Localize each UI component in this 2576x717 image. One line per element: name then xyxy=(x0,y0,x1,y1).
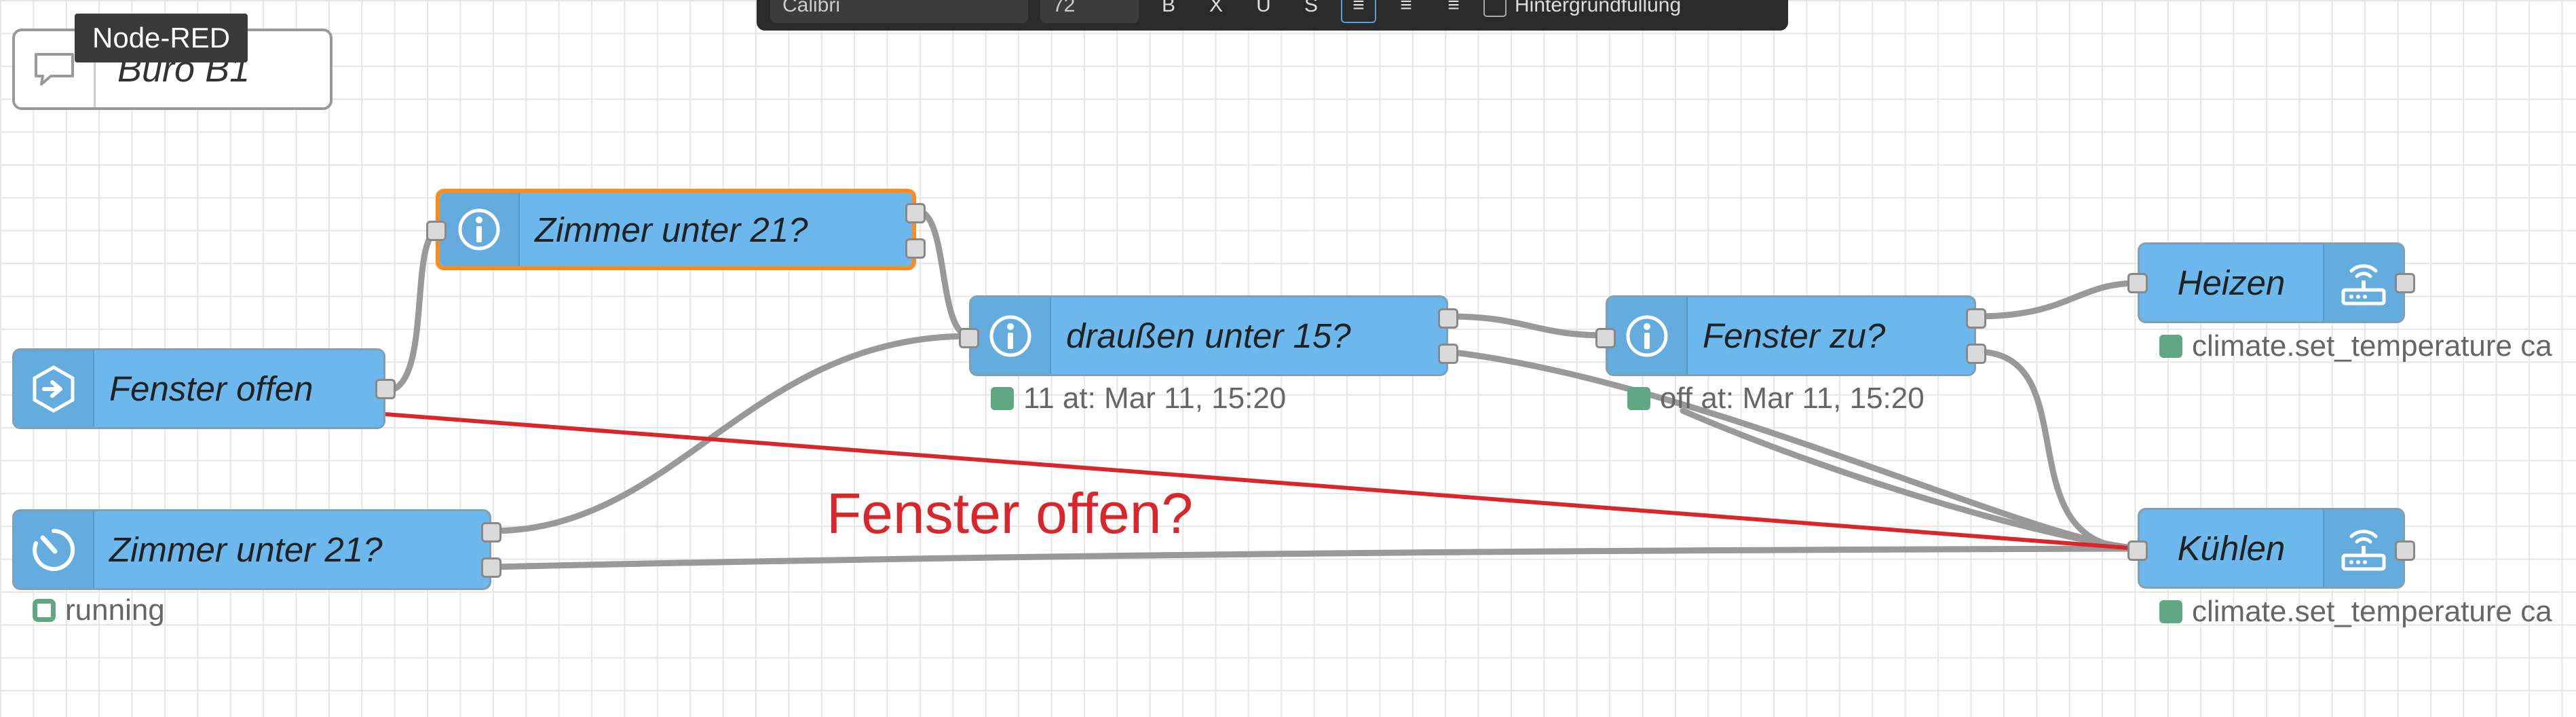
text-format-toolbar: Calibri 72 B X U S ≡ ≡ ≡ Hintergrundfüll… xyxy=(757,0,1788,31)
node-status: climate.set_temperature ca xyxy=(2159,595,2552,629)
output-port-2[interactable] xyxy=(1966,344,1986,364)
wire[interactable] xyxy=(488,545,2141,570)
router-icon xyxy=(2323,244,2403,321)
status-text: 11 at: Mar 11, 15:20 xyxy=(1023,382,1287,415)
input-port[interactable] xyxy=(2127,273,2148,293)
italic-button[interactable]: X xyxy=(1198,0,1234,23)
input-port[interactable] xyxy=(2127,540,2148,561)
font-select[interactable]: Calibri xyxy=(770,0,1028,23)
node-draussen-unter-15[interactable]: draußen unter 15? xyxy=(959,295,1458,376)
node-label: Zimmer unter 21? xyxy=(535,210,808,249)
status-dot-icon xyxy=(2159,335,2182,358)
timer-icon xyxy=(14,511,94,588)
node-fenster-offen[interactable]: Fenster offen xyxy=(12,348,396,429)
node-red-tooltip: Node-RED xyxy=(75,14,248,62)
bold-label: B xyxy=(1161,0,1175,16)
align-right-button[interactable]: ≡ xyxy=(1436,0,1471,23)
status-dot-icon xyxy=(2159,600,2182,623)
node-label: draußen unter 15? xyxy=(1066,316,1351,355)
underline-label: U xyxy=(1256,0,1271,16)
tooltip-text: Node-RED xyxy=(92,22,231,54)
fill-checkbox-label: Hintergrundfüllung xyxy=(1515,0,1682,16)
fill-checkbox-row[interactable]: Hintergrundfüllung xyxy=(1483,0,1681,17)
node-status: running xyxy=(33,593,165,627)
input-port[interactable] xyxy=(959,328,979,348)
node-label: Heizen xyxy=(2177,263,2286,302)
node-zimmer-unter-21-inject[interactable]: Zimmer unter 21? xyxy=(12,509,501,590)
router-icon xyxy=(2323,510,2403,587)
node-label: Zimmer unter 21? xyxy=(109,530,383,569)
info-icon xyxy=(440,193,520,266)
italic-label: X xyxy=(1209,0,1223,16)
output-port-1[interactable] xyxy=(1966,308,1986,329)
output-port[interactable] xyxy=(2395,540,2415,561)
align-left-icon: ≡ xyxy=(1352,0,1365,16)
node-zimmer-unter-21-switch[interactable]: Zimmer unter 21? xyxy=(426,189,926,270)
input-port[interactable] xyxy=(1595,328,1616,348)
strikethrough-label: S xyxy=(1304,0,1318,16)
input-port[interactable] xyxy=(426,221,447,241)
bold-button[interactable]: B xyxy=(1151,0,1186,23)
strikethrough-button[interactable]: S xyxy=(1293,0,1329,23)
status-text: climate.set_temperature ca xyxy=(2192,595,2552,628)
node-fenster-zu[interactable]: Fenster zu? xyxy=(1595,295,1986,376)
font-select-value: Calibri xyxy=(782,0,841,16)
status-ring-icon xyxy=(33,599,56,622)
align-right-icon: ≡ xyxy=(1447,0,1460,16)
arrow-in-hexagon-icon xyxy=(14,350,94,427)
node-heizen[interactable]: Heizen xyxy=(2127,242,2415,323)
output-port-2[interactable] xyxy=(1438,344,1458,364)
wire[interactable] xyxy=(913,207,974,339)
node-kuehlen[interactable]: Kühlen xyxy=(2127,508,2415,589)
node-label: Fenster offen xyxy=(109,369,314,408)
output-port-1[interactable] xyxy=(1438,308,1458,329)
align-center-button[interactable]: ≡ xyxy=(1388,0,1424,23)
output-port-1[interactable] xyxy=(905,203,926,223)
status-dot-icon xyxy=(1627,387,1650,410)
node-status: climate.set_temperature ca xyxy=(2159,329,2552,363)
info-icon xyxy=(1608,297,1688,374)
node-status: off at: Mar 11, 15:20 xyxy=(1627,382,1925,416)
wire[interactable] xyxy=(1973,280,2141,320)
status-text: off at: Mar 11, 15:20 xyxy=(1660,382,1925,415)
status-text: running xyxy=(65,593,165,627)
fill-checkbox[interactable] xyxy=(1483,0,1507,17)
status-dot-icon xyxy=(991,387,1014,410)
annotation-text: Fenster offen? xyxy=(827,481,1194,545)
status-text: climate.set_temperature ca xyxy=(2192,329,2552,363)
node-status: 11 at: Mar 11, 15:20 xyxy=(991,382,1286,416)
wire[interactable] xyxy=(1445,313,1610,339)
output-port-1[interactable] xyxy=(481,522,501,543)
info-icon xyxy=(971,297,1051,374)
output-port[interactable] xyxy=(375,379,396,399)
output-port[interactable] xyxy=(2395,273,2415,293)
output-port-2[interactable] xyxy=(481,557,501,578)
node-label: Fenster zu? xyxy=(1703,316,1886,355)
output-port-2[interactable] xyxy=(905,238,926,259)
wire[interactable] xyxy=(382,227,443,394)
font-size-select[interactable]: 72 xyxy=(1040,0,1139,23)
font-size-value: 72 xyxy=(1053,0,1076,16)
underline-button[interactable]: U xyxy=(1246,0,1281,23)
align-center-icon: ≡ xyxy=(1400,0,1412,16)
node-label: Kühlen xyxy=(2177,529,2286,568)
align-left-button[interactable]: ≡ xyxy=(1341,0,1376,23)
